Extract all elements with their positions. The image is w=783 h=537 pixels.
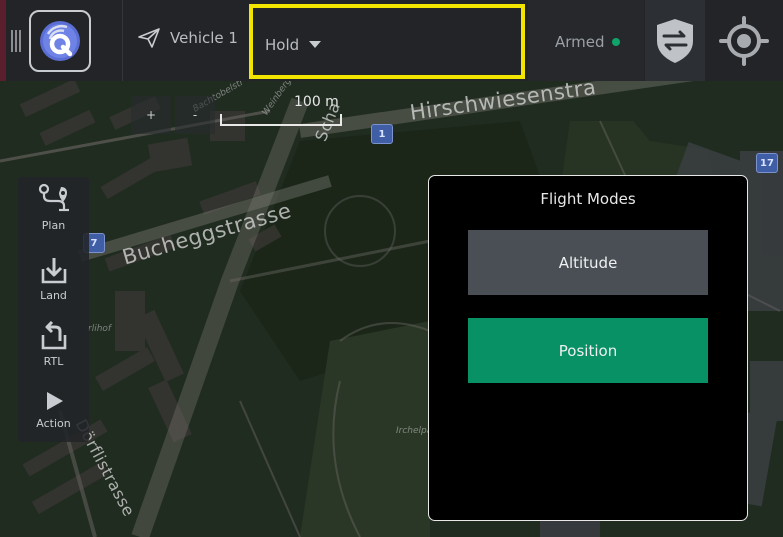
zoom-out-button[interactable]: - xyxy=(175,96,215,134)
chevron-down-icon xyxy=(309,41,321,48)
vehicle-label: Vehicle 1 xyxy=(170,29,238,47)
mode-position-button[interactable]: Position xyxy=(468,318,708,383)
map-zoom-controls: + - xyxy=(131,96,215,134)
target-button[interactable] xyxy=(705,0,783,81)
map-scale-tick xyxy=(340,114,342,126)
app-window: Hirschwiesenstra Bucheggstrasse Scha Dör… xyxy=(0,0,783,537)
tool-label: Plan xyxy=(41,219,66,232)
tool-land[interactable]: Land xyxy=(18,255,89,302)
map-scale: 100 m xyxy=(220,94,342,132)
map-scale-tick xyxy=(220,114,222,126)
armed-label: Armed xyxy=(555,33,605,51)
armed-indicator-dot xyxy=(612,38,620,46)
tool-label: RTL xyxy=(43,355,64,368)
vehicle-selector[interactable]: Vehicle 1 xyxy=(138,28,238,48)
route-marker: 1 xyxy=(371,124,393,144)
route-marker: 17 xyxy=(756,153,778,173)
tool-strip: Plan Land RTL Action xyxy=(18,177,89,442)
flight-modes-title: Flight Modes xyxy=(540,190,636,208)
map-place-label: rlihof xyxy=(88,324,112,334)
drag-grip-icon[interactable] xyxy=(11,30,21,52)
armed-status[interactable]: Armed xyxy=(528,0,644,81)
tool-label: Land xyxy=(40,289,67,302)
map-scale-label: 100 m xyxy=(294,94,339,110)
shield-swap-button[interactable] xyxy=(645,0,705,81)
play-action-icon xyxy=(46,392,63,410)
crosshair-target-icon xyxy=(719,15,769,66)
tool-label: Action xyxy=(36,417,71,430)
flight-mode-label: Hold xyxy=(265,36,300,54)
flight-modes-panel: Flight Modes Altitude Position xyxy=(428,175,748,521)
map-scale-bar xyxy=(220,124,342,126)
qgc-logo-icon xyxy=(40,21,80,61)
tool-plan[interactable]: Plan xyxy=(18,183,89,232)
paper-plane-icon xyxy=(138,28,160,48)
top-toolbar: Vehicle 1 Hold Armed xyxy=(0,0,783,81)
shield-swap-icon xyxy=(657,18,693,63)
qgc-logo-button[interactable] xyxy=(29,10,91,72)
window-edge xyxy=(0,0,6,81)
map-place-label: Irchelpa xyxy=(396,426,433,436)
flight-mode-selector[interactable]: Hold xyxy=(249,4,525,79)
land-icon xyxy=(41,258,66,284)
zoom-in-button[interactable]: + xyxy=(131,96,171,134)
plan-route-icon xyxy=(38,183,69,212)
toolbar-separator xyxy=(122,0,123,81)
return-to-launch-icon xyxy=(41,321,66,350)
mode-altitude-button[interactable]: Altitude xyxy=(468,230,708,295)
tool-rtl[interactable]: RTL xyxy=(18,321,89,368)
tool-action[interactable]: Action xyxy=(18,389,89,430)
